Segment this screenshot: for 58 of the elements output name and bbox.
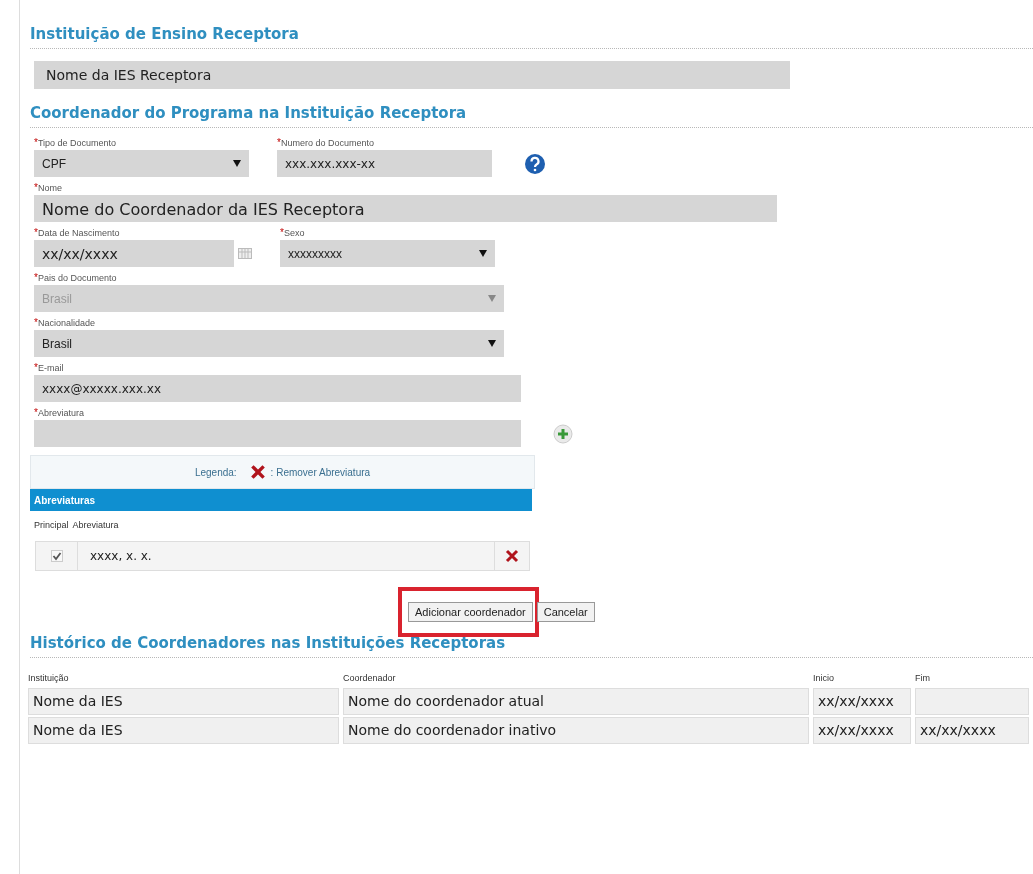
- form-button[interactable]: Cancelar: [536, 602, 595, 623]
- column-header: Inicio: [813, 672, 835, 686]
- caret-icon: [488, 340, 496, 347]
- table-cell: Nome da IES: [28, 717, 339, 744]
- table-header-bar: Abreviaturas: [30, 489, 532, 511]
- column-header: Principal: [34, 519, 69, 533]
- input-field[interactable]: Nome da IES Receptora: [34, 61, 790, 89]
- table-cell: xx/xx/xxxx: [813, 717, 911, 744]
- section-heading: Histórico de Coordenadores nas Instituições Receptoras: [30, 634, 506, 652]
- legend-text: : Remover Abreviatura: [270, 465, 371, 480]
- date-field[interactable]: xx/xx/xxxx: [34, 240, 234, 267]
- column-header: Instituição: [28, 672, 70, 686]
- field-label: Nome: [37, 182, 62, 195]
- input-field[interactable]: xxx.xxx.xxx-xx: [277, 150, 492, 177]
- remove-icon[interactable]: [248, 463, 267, 481]
- table-cell: Nome do coordenador inativo: [343, 717, 809, 744]
- table-cell: Nome do coordenador atual: [343, 688, 809, 715]
- section-heading: Instituição de Ensino Receptora: [30, 25, 299, 43]
- help-icon[interactable]: [524, 152, 546, 175]
- required-asterisk: *: [34, 316, 38, 330]
- column-header: Abreviatura: [72, 519, 119, 533]
- field-label: E-mail: [37, 362, 64, 375]
- field-label: Numero do Documento: [280, 137, 374, 150]
- field-label: Pais do Documento: [37, 272, 117, 285]
- table-cell: xx/xx/xxxx: [915, 717, 1029, 744]
- required-asterisk: *: [34, 361, 38, 375]
- required-asterisk: *: [34, 181, 38, 195]
- required-asterisk: *: [280, 226, 284, 240]
- required-asterisk: *: [34, 226, 38, 240]
- dropdown[interactable]: xxxxxxxxx: [280, 240, 495, 267]
- required-asterisk: *: [34, 271, 38, 285]
- column-header: Coordenador: [343, 672, 397, 686]
- required-asterisk: *: [34, 406, 38, 420]
- field-label: Tipo de Documento: [37, 137, 117, 150]
- field-label: Data de Nascimento: [37, 227, 120, 240]
- table-cell: xx/xx/xxxx: [813, 688, 911, 715]
- form-button[interactable]: Adicionar coordenador: [408, 602, 533, 623]
- remove-icon[interactable]: [504, 548, 520, 564]
- table-cell-text: xxxx, x. x.: [89, 548, 153, 565]
- table-cell: Nome da IES: [28, 688, 339, 715]
- caret-icon: [488, 295, 496, 302]
- dropdown[interactable]: CPF: [34, 150, 249, 177]
- add-icon[interactable]: [553, 423, 573, 444]
- section-heading: Coordenador do Programa na Instituição Receptora: [30, 104, 467, 122]
- field-label: Abreviatura: [37, 407, 84, 420]
- checkbox[interactable]: [50, 550, 63, 562]
- input-field[interactable]: xxxx@xxxxx.xxx.xx: [34, 375, 521, 402]
- field-label: Nacionalidade: [37, 317, 95, 330]
- input-field[interactable]: Nome do Coordenador da IES Receptora: [34, 195, 777, 222]
- required-asterisk: *: [277, 136, 281, 150]
- input-field[interactable]: [34, 420, 521, 447]
- column-header: Fim: [915, 672, 931, 686]
- dropdown[interactable]: Brasil: [34, 330, 504, 357]
- caret-icon: [233, 160, 241, 167]
- caret-icon: [479, 250, 487, 257]
- legend-label: Legenda:: [194, 465, 237, 480]
- field-label: Sexo: [283, 227, 305, 240]
- required-asterisk: *: [34, 136, 38, 150]
